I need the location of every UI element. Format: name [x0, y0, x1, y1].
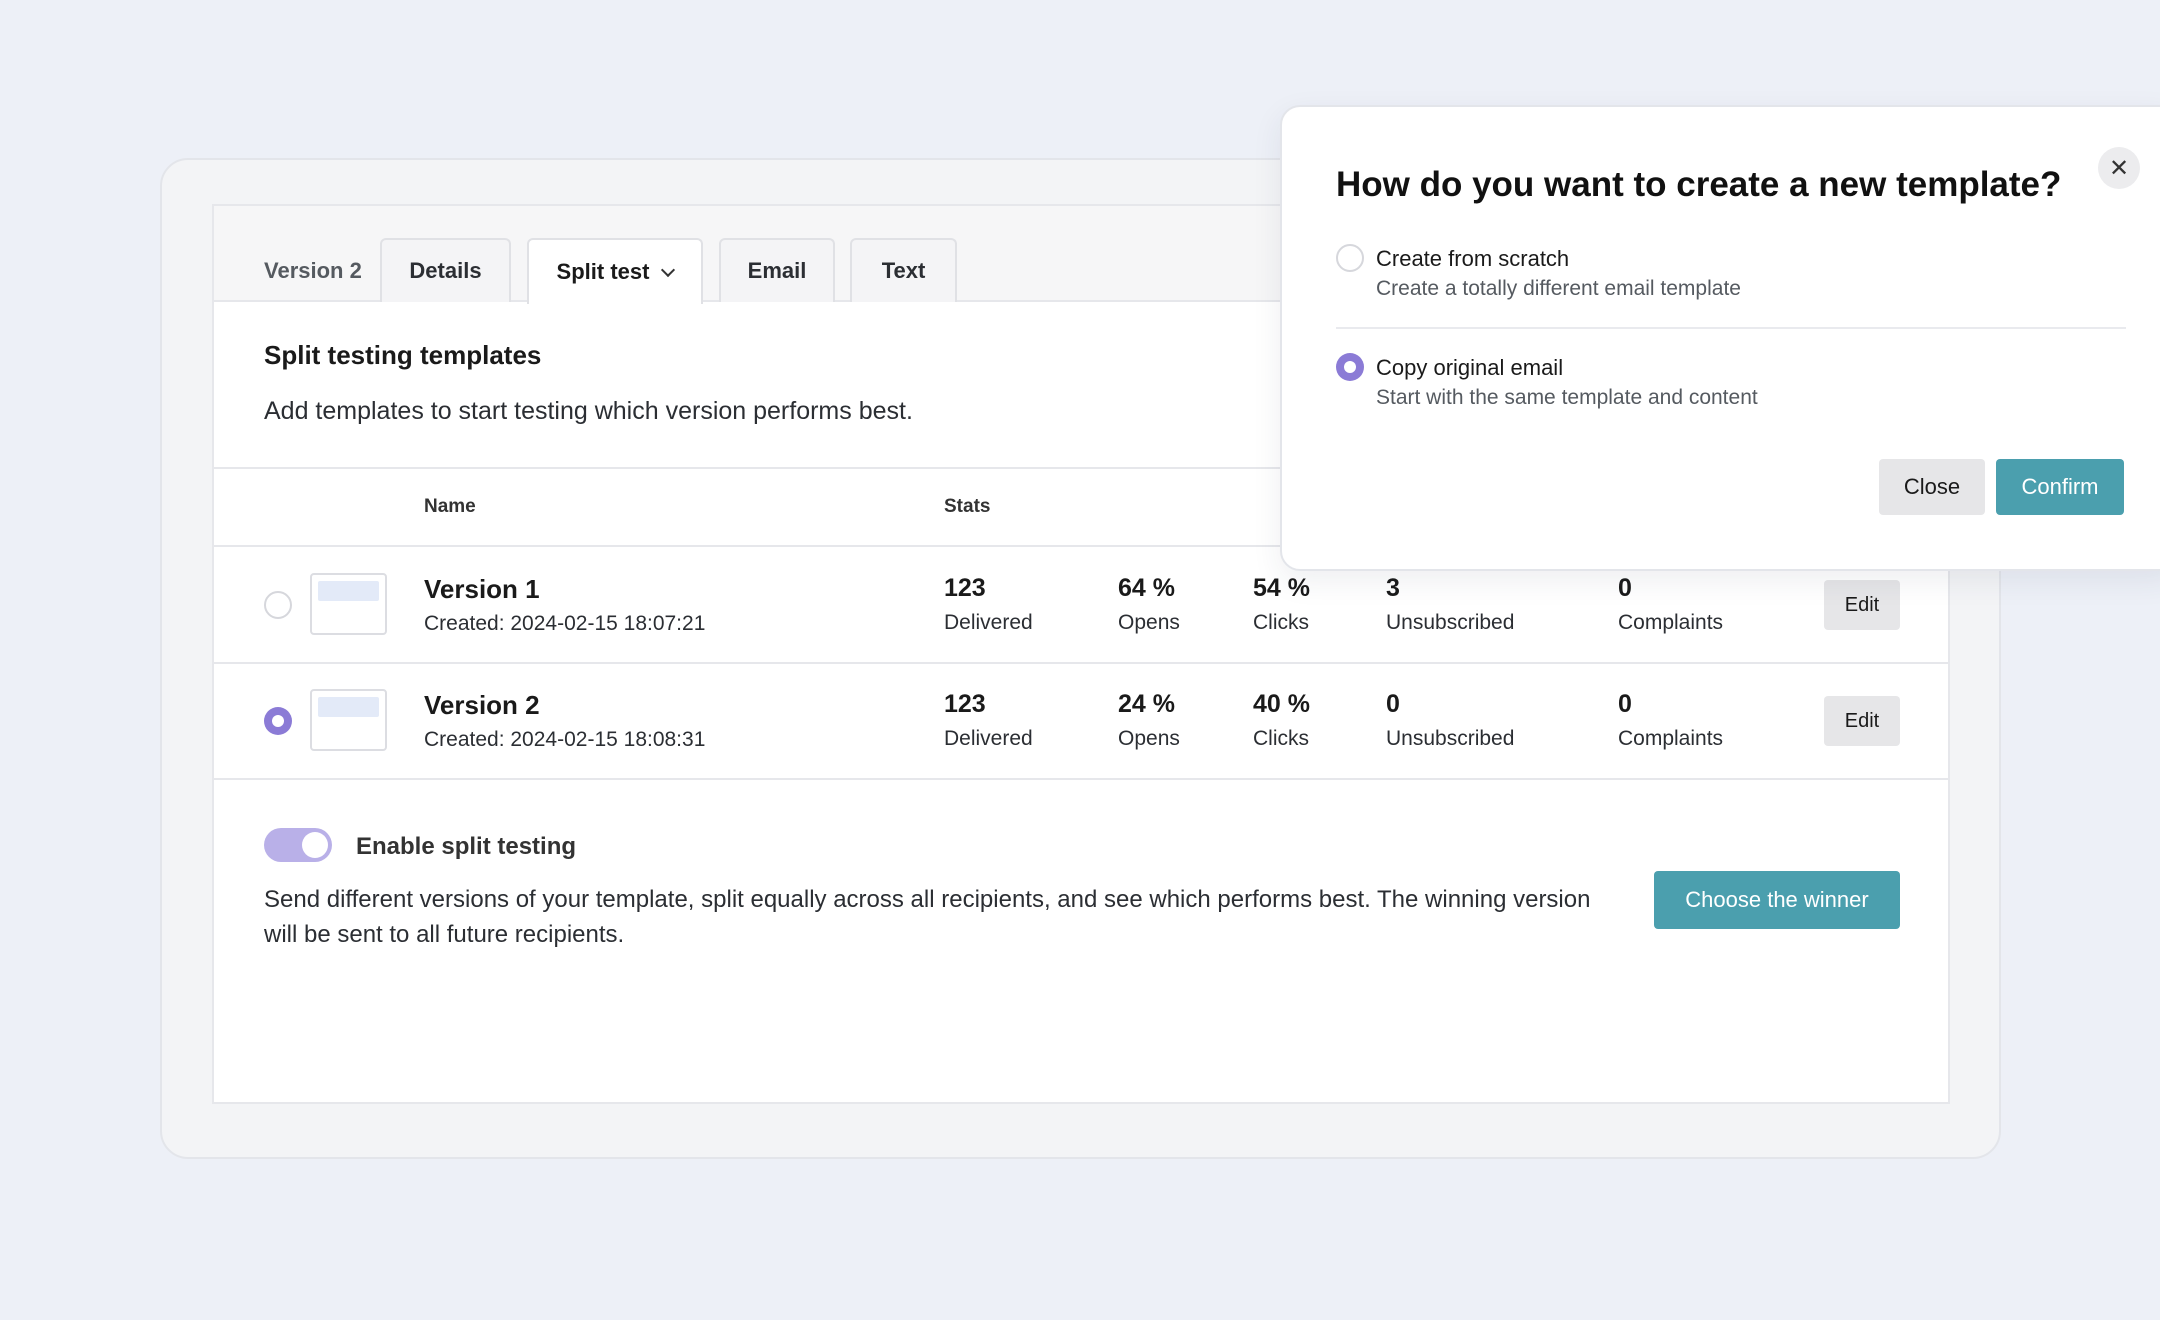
- clicks-value: 54 %: [1253, 574, 1310, 602]
- clicks-value: 40 %: [1253, 690, 1310, 718]
- split-testing-description: Send different versions of your template…: [264, 886, 1591, 948]
- version-2-radio[interactable]: [264, 707, 292, 735]
- opens-label: Opens: [1118, 727, 1180, 750]
- clicks-label: Clicks: [1253, 727, 1309, 750]
- close-button[interactable]: Close: [1879, 459, 1985, 515]
- unsubscribed-value: 3: [1386, 574, 1400, 602]
- opens-label: Opens: [1118, 611, 1180, 634]
- version-created: Created: 2024-02-15 18:07:21: [424, 612, 706, 635]
- option-title[interactable]: Create from scratch: [1376, 246, 1569, 272]
- unsubscribed-label: Unsubscribed: [1386, 727, 1515, 750]
- tab-details-label: Details: [409, 258, 482, 283]
- split-testing-toggle-label: Enable split testing: [356, 833, 577, 860]
- opens-value: 24 %: [1118, 690, 1175, 718]
- complaints-label: Complaints: [1618, 611, 1724, 634]
- copy-original-radio[interactable]: [1336, 353, 1364, 381]
- option-description: Create a totally different email templat…: [1376, 277, 1741, 300]
- column-header-name: Name: [424, 496, 476, 517]
- version-label: Version 2: [264, 258, 362, 283]
- create-from-scratch-radio[interactable]: [1336, 244, 1364, 272]
- section-description: Add templates to start testing which ver…: [264, 397, 913, 425]
- clicks-label: Clicks: [1253, 611, 1309, 634]
- complaints-value: 0: [1618, 690, 1632, 718]
- tab-split-test-label: Split test: [556, 259, 650, 284]
- tab-split-test[interactable]: Split test: [527, 238, 703, 304]
- modal-title: How do you want to create a new template…: [1336, 165, 2062, 204]
- delivered-label: Delivered: [944, 727, 1033, 750]
- chevron-down-icon: [661, 262, 676, 278]
- version-created: Created: 2024-02-15 18:08:31: [424, 728, 706, 751]
- option-description: Start with the same template and content: [1376, 386, 1758, 409]
- unsubscribed-value: 0: [1386, 690, 1400, 718]
- template-thumbnail: [310, 573, 387, 635]
- column-header-stats: Stats: [944, 496, 991, 517]
- tab-email-label: Email: [747, 258, 807, 283]
- edit-button[interactable]: Edit: [1824, 580, 1900, 630]
- divider: [214, 778, 1948, 780]
- complaints-label: Complaints: [1618, 727, 1724, 750]
- template-thumbnail: [310, 689, 387, 751]
- tab-email[interactable]: Email: [719, 238, 835, 302]
- delivered-value: 123: [944, 574, 986, 602]
- opens-value: 64 %: [1118, 574, 1175, 602]
- delivered-label: Delivered: [944, 611, 1033, 634]
- edit-button[interactable]: Edit: [1824, 696, 1900, 746]
- version-name: Version 1: [424, 574, 540, 604]
- tab-text-label: Text: [881, 258, 926, 283]
- close-icon[interactable]: ✕: [2098, 147, 2140, 189]
- delivered-value: 123: [944, 690, 986, 718]
- tab-text[interactable]: Text: [850, 238, 957, 302]
- choose-winner-button[interactable]: Choose the winner: [1654, 871, 1900, 929]
- divider: [1336, 327, 2126, 329]
- table-row: Version 2 Created: 2024-02-15 18:08:31 1…: [214, 663, 1948, 778]
- create-template-modal: How do you want to create a new template…: [1280, 105, 2160, 571]
- section-title: Split testing templates: [264, 340, 542, 370]
- version-1-radio[interactable]: [264, 591, 292, 619]
- tab-details[interactable]: Details: [380, 238, 511, 302]
- unsubscribed-label: Unsubscribed: [1386, 611, 1515, 634]
- version-name: Version 2: [424, 690, 540, 720]
- split-testing-toggle[interactable]: [264, 828, 332, 862]
- complaints-value: 0: [1618, 574, 1632, 602]
- confirm-button[interactable]: Confirm: [1996, 459, 2124, 515]
- option-title[interactable]: Copy original email: [1376, 355, 1563, 381]
